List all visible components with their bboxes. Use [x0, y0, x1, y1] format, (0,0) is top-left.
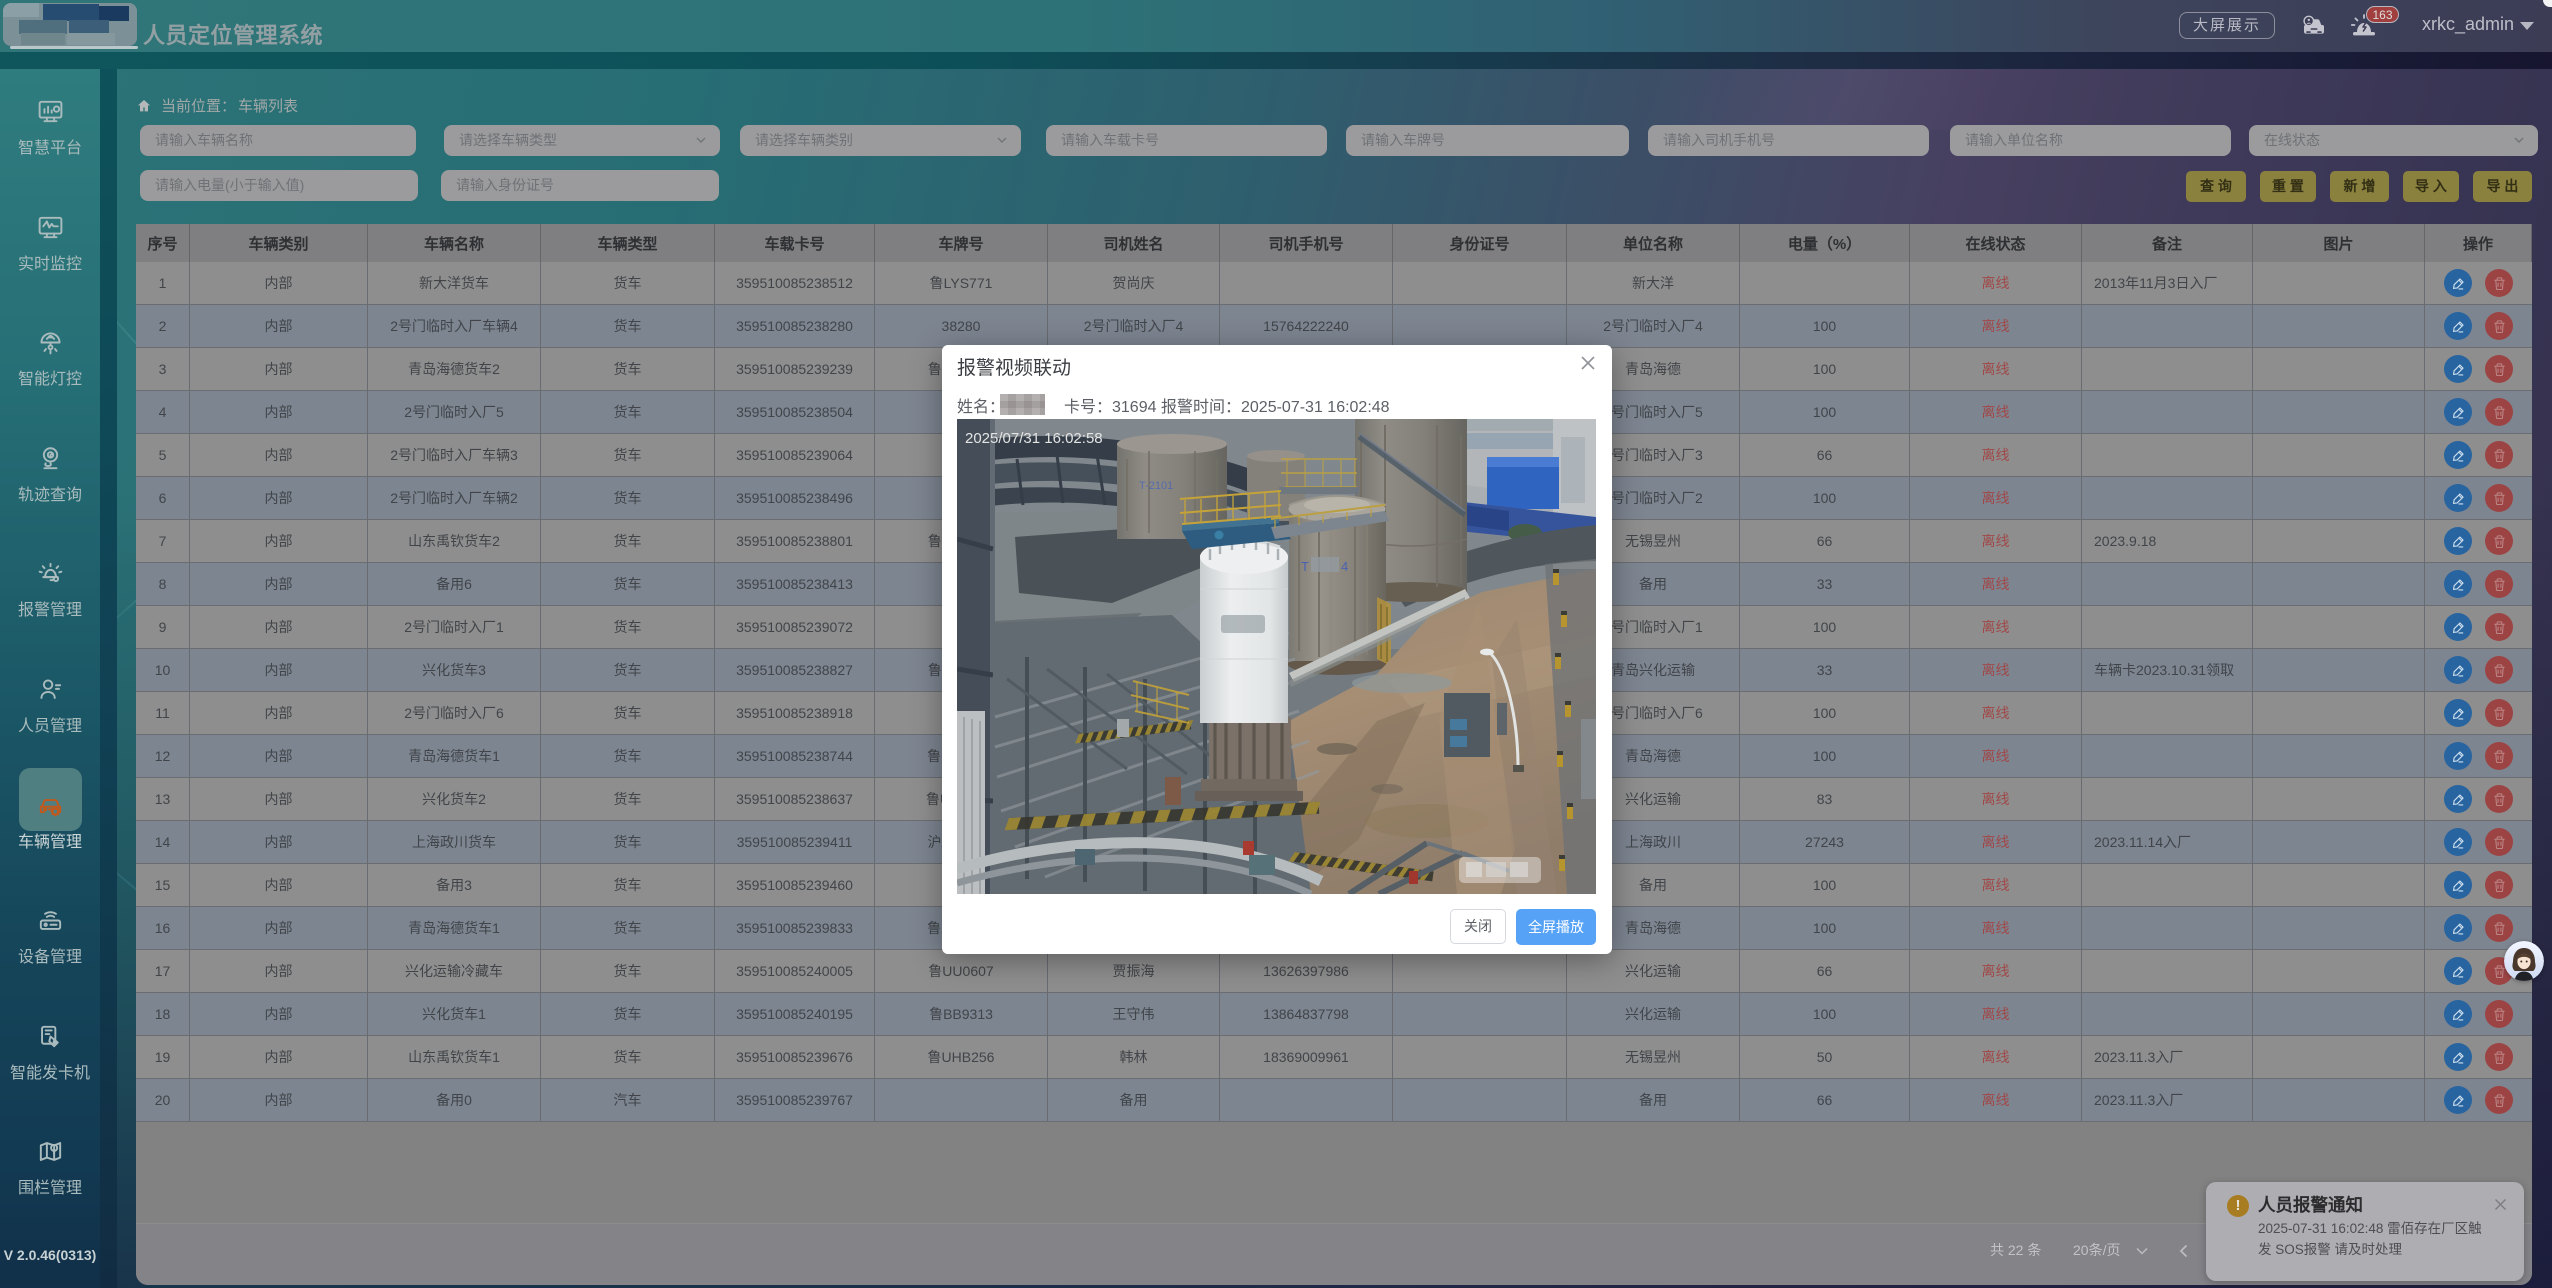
- svg-text:4: 4: [1341, 559, 1348, 574]
- svg-text:2025/07/31 16:02:58: 2025/07/31 16:02:58: [965, 430, 1103, 447]
- svg-text:T: T: [1301, 559, 1309, 574]
- svg-text:T-2101: T-2101: [1139, 480, 1173, 492]
